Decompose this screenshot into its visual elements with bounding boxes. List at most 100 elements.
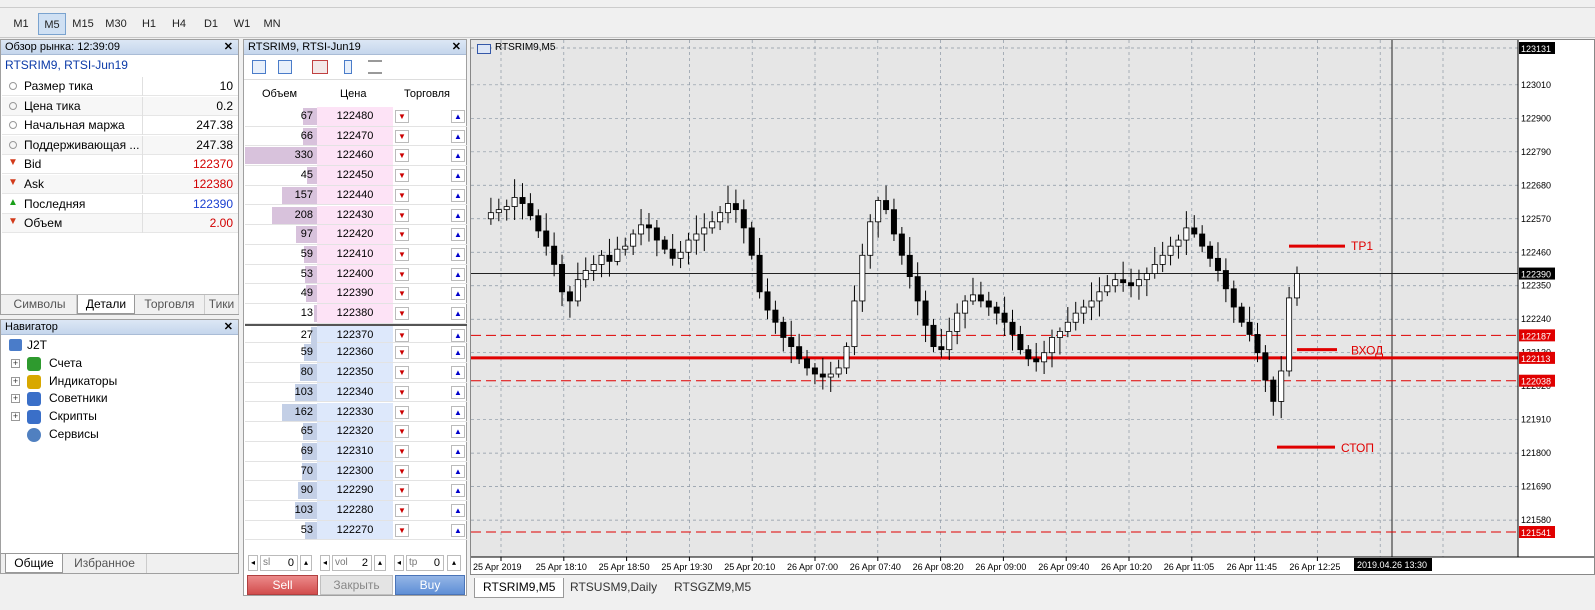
tp-decrease-button[interactable]: ◂ — [394, 555, 404, 571]
close-position-button[interactable]: Закрыть — [320, 575, 393, 595]
navigator-item-experts[interactable]: + Советники — [11, 390, 211, 407]
buy-limit-button[interactable]: ▲ — [451, 444, 465, 458]
tab-details[interactable]: Детали — [77, 295, 135, 314]
expand-icon[interactable]: + — [11, 359, 20, 368]
buy-limit-button[interactable]: ▲ — [451, 169, 465, 183]
sell-limit-button[interactable]: ▼ — [395, 267, 409, 281]
dom-price[interactable]: 122320 — [317, 422, 393, 441]
dom-price[interactable]: 122450 — [317, 166, 393, 185]
dom-price[interactable]: 122350 — [317, 363, 393, 382]
buy-limit-button[interactable]: ▲ — [451, 228, 465, 242]
buy-limit-button[interactable]: ▲ — [451, 504, 465, 517]
dom-price[interactable]: 122470 — [317, 126, 393, 146]
expand-icon[interactable]: + — [11, 412, 20, 422]
buy-limit-button[interactable]: ▲ — [451, 405, 465, 419]
column-icon[interactable] — [344, 60, 352, 74]
tp-increase-button[interactable]: ▴ — [447, 555, 461, 571]
buy-limit-button[interactable]: ▲ — [451, 307, 465, 320]
tab-favorites[interactable]: Избранное — [63, 554, 147, 573]
sell-limit-button[interactable]: ▼ — [395, 346, 409, 360]
buy-limit-button[interactable]: ▲ — [451, 149, 465, 163]
close-icon[interactable]: ✕ — [452, 40, 461, 55]
sell-limit-button[interactable]: ▼ — [395, 307, 409, 320]
buy-limit-button[interactable]: ▲ — [451, 247, 465, 261]
sell-limit-button[interactable]: ▼ — [395, 169, 409, 183]
chart-icon[interactable] — [252, 60, 266, 74]
sell-limit-button[interactable]: ▼ — [395, 425, 409, 439]
close-icon[interactable]: ✕ — [224, 320, 233, 335]
sell-limit-button[interactable]: ▼ — [395, 287, 409, 301]
dom-price[interactable]: 122370 — [317, 325, 393, 343]
tp-field[interactable]: tp 0 — [406, 555, 444, 571]
buy-limit-button[interactable]: ▲ — [451, 366, 465, 380]
buy-limit-button[interactable]: ▲ — [451, 188, 465, 202]
dom-price[interactable]: 122340 — [317, 382, 393, 402]
timeframe-button-m5[interactable]: M5 — [38, 13, 66, 35]
tab-symbols[interactable]: Символы — [3, 295, 77, 314]
tab-general[interactable]: Общие — [5, 554, 63, 573]
sell-limit-button[interactable]: ▼ — [395, 129, 409, 143]
vol-field[interactable]: vol 2 — [332, 555, 372, 571]
navigator-item-services[interactable]: Сервисы — [11, 426, 211, 443]
dom-price[interactable]: 122400 — [317, 264, 393, 284]
buy-limit-button[interactable]: ▲ — [451, 464, 465, 478]
sell-limit-button[interactable]: ▼ — [395, 504, 409, 517]
buy-limit-button[interactable]: ▲ — [451, 287, 465, 301]
timeframe-button-m1[interactable]: M1 — [8, 13, 34, 35]
dom-price[interactable]: 122380 — [317, 304, 393, 323]
expand-icon[interactable]: + — [11, 394, 20, 404]
dom-price[interactable]: 122480 — [317, 107, 393, 126]
sell-limit-button[interactable]: ▼ — [395, 366, 409, 380]
trade-icon[interactable] — [312, 60, 328, 74]
timeframe-button-h4[interactable]: H4 — [166, 13, 192, 35]
tab-trading[interactable]: Торговля — [135, 295, 205, 314]
sell-limit-button[interactable]: ▼ — [395, 149, 409, 163]
sell-limit-button[interactable]: ▼ — [395, 247, 409, 261]
timeframe-button-w1[interactable]: W1 — [229, 13, 255, 35]
sell-limit-button[interactable]: ▼ — [395, 484, 409, 498]
buy-limit-button[interactable]: ▲ — [451, 385, 465, 399]
sell-limit-button[interactable]: ▼ — [395, 188, 409, 202]
vol-increase-button[interactable]: ▴ — [374, 555, 386, 571]
navigator-item-indicators[interactable]: + Индикаторы — [11, 373, 211, 390]
sell-limit-button[interactable]: ▼ — [395, 405, 409, 419]
navigator-item-scripts[interactable]: + Скрипты — [11, 408, 211, 425]
tab-ticks[interactable]: Тики — [205, 295, 239, 314]
vol-decrease-button[interactable]: ◂ — [320, 555, 330, 571]
sell-limit-button[interactable]: ▼ — [395, 444, 409, 458]
buy-limit-button[interactable]: ▲ — [451, 484, 465, 498]
buy-limit-button[interactable]: ▲ — [451, 129, 465, 143]
sell-limit-button[interactable]: ▼ — [395, 228, 409, 242]
sl-field[interactable]: sl 0 — [260, 555, 298, 571]
expand-icon[interactable]: + — [11, 376, 20, 386]
dom-price[interactable]: 122310 — [317, 441, 393, 461]
sell-limit-button[interactable]: ▼ — [395, 110, 409, 123]
timeframe-button-m15[interactable]: M15 — [68, 13, 98, 35]
sell-limit-button[interactable]: ▼ — [395, 385, 409, 399]
sort-icon[interactable] — [368, 60, 382, 74]
dom-price[interactable]: 122460 — [317, 146, 393, 166]
dom-price[interactable]: 122430 — [317, 205, 393, 225]
timeframe-button-m30[interactable]: M30 — [101, 13, 131, 35]
settings-icon[interactable] — [278, 60, 292, 74]
buy-limit-button[interactable]: ▲ — [451, 267, 465, 281]
price-chart[interactable]: 123131 123010 122900 122790 122680 122570 1224… — [470, 39, 1595, 575]
chart-tab[interactable]: RTSRIM9,M5 — [474, 578, 565, 598]
buy-limit-button[interactable]: ▲ — [451, 110, 465, 123]
sell-limit-button[interactable]: ▼ — [395, 523, 409, 537]
chart-tab[interactable]: RTSGZM9,M5 — [666, 578, 759, 598]
buy-limit-button[interactable]: ▲ — [451, 328, 465, 342]
navigator-item-accounts[interactable]: + Счета — [11, 355, 211, 372]
dom-price[interactable]: 122410 — [317, 244, 393, 264]
sell-limit-button[interactable]: ▼ — [395, 464, 409, 478]
candlestick-chart[interactable]: 123131 123010 122900 122790 122680 122570 1224… — [471, 40, 1594, 574]
dom-price[interactable]: 122420 — [317, 225, 393, 244]
buy-button[interactable]: Buy — [395, 575, 465, 595]
buy-limit-button[interactable]: ▲ — [451, 208, 465, 222]
timeframe-button-mn[interactable]: MN — [260, 13, 284, 35]
sl-increase-button[interactable]: ▴ — [300, 555, 312, 571]
buy-limit-button[interactable]: ▲ — [451, 425, 465, 439]
market-watch-symbol[interactable]: RTSRIM9, RTSI-Jun19 — [5, 58, 128, 72]
dom-price[interactable]: 122280 — [317, 501, 393, 520]
sell-limit-button[interactable]: ▼ — [395, 328, 409, 342]
